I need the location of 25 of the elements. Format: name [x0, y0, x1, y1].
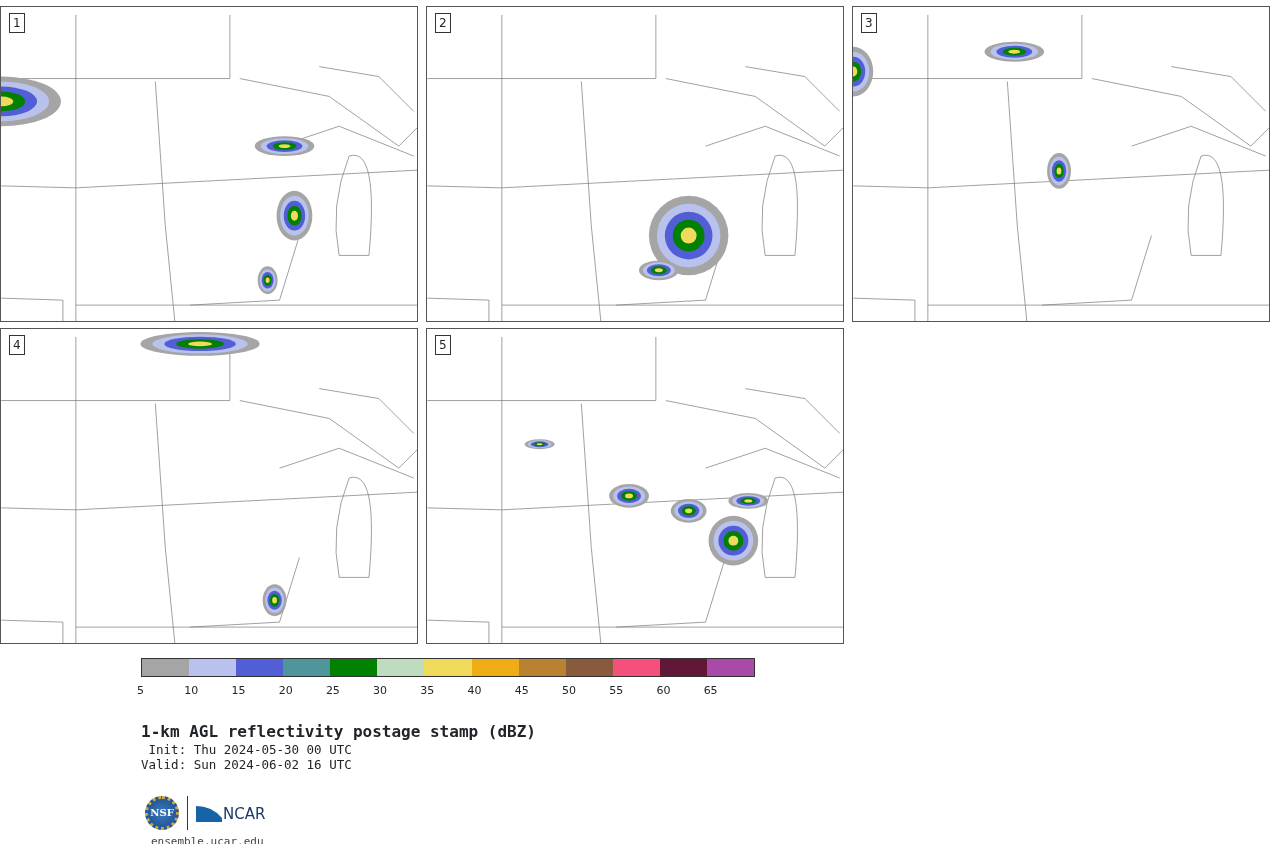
ncar-swoosh-icon [196, 803, 222, 822]
tick-label: 60 [656, 684, 671, 697]
tick-label: 65 [703, 684, 718, 697]
init-time: Init: Thu 2024-05-30 00 UTC [147, 741, 353, 757]
tick-label: 20 [278, 684, 293, 697]
tick-label: 15 [231, 684, 246, 697]
ncar-logo-text: NCAR [223, 806, 266, 822]
panel-number: 3 [861, 13, 877, 33]
panel-number: 2 [435, 13, 451, 33]
chart-title: 1-km AGL reflectivity postage stamp (dBZ) [141, 721, 537, 742]
valid-time: Valid: Sun 2024-06-02 16 UTC [141, 756, 353, 772]
tick-label: 55 [609, 684, 624, 697]
tick-label: 45 [514, 684, 529, 697]
tick-label: 50 [561, 684, 576, 697]
tick-label: 25 [325, 684, 340, 697]
tick-label: 40 [467, 684, 482, 697]
tick-label: 5 [137, 684, 144, 697]
tick-label: 10 [184, 684, 199, 697]
tick-label: 35 [420, 684, 435, 697]
panel-number: 5 [435, 335, 451, 355]
nsf-logo: NSF [145, 795, 179, 830]
panel-number: 4 [9, 335, 25, 355]
panel-number: 1 [9, 13, 25, 33]
tick-label: 30 [373, 684, 388, 697]
site-url: ensemble.ucar.edu [151, 833, 265, 844]
